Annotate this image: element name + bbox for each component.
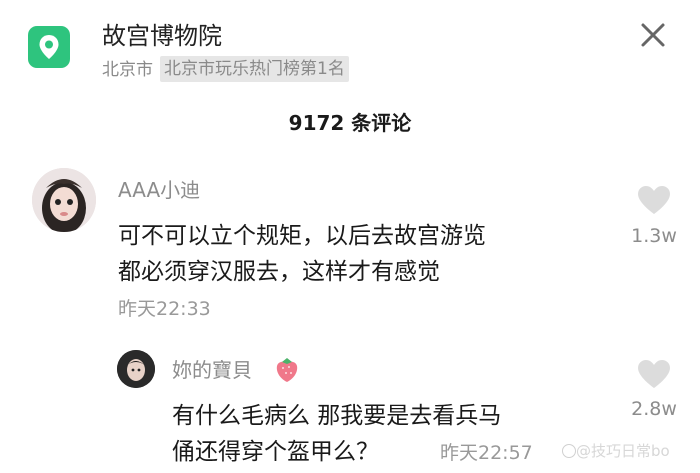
heart-icon[interactable] xyxy=(636,184,672,216)
ranking-badge[interactable]: 北京市玩乐热门榜第1名 xyxy=(160,56,349,82)
comment-timestamp: 昨天22:33 xyxy=(118,298,211,320)
reply-timestamp: 昨天22:57 xyxy=(440,442,533,464)
comment-count: 9172 条评论 xyxy=(288,111,412,135)
poi-title[interactable]: 故宫博物院 xyxy=(102,20,222,52)
comment-username[interactable]: AAA小迪 xyxy=(118,176,200,204)
close-icon[interactable] xyxy=(636,18,670,52)
poi-city: 北京市 xyxy=(102,60,153,80)
like-count: 1.3w xyxy=(631,225,677,247)
strawberry-icon xyxy=(276,358,298,382)
like-count: 2.8w xyxy=(631,398,677,420)
weibo-icon xyxy=(562,444,576,458)
comment-text-line: 可不可以立个规矩，以后去故宫游览 xyxy=(118,223,486,249)
watermark: @技巧日常bo xyxy=(576,442,670,460)
avatar[interactable] xyxy=(117,350,155,388)
location-pin-icon xyxy=(28,26,70,68)
reply-text-line: 有什么毛病么 那我要是去看兵马 xyxy=(172,403,502,429)
reply-text-line: 俑还得穿个盔甲么？ xyxy=(172,439,379,465)
heart-icon[interactable] xyxy=(636,358,672,390)
avatar[interactable] xyxy=(32,168,96,232)
comment-text-line: 都必须穿汉服去，这样才有感觉 xyxy=(118,259,440,285)
reply-username[interactable]: 妳的寶貝 xyxy=(172,356,252,384)
